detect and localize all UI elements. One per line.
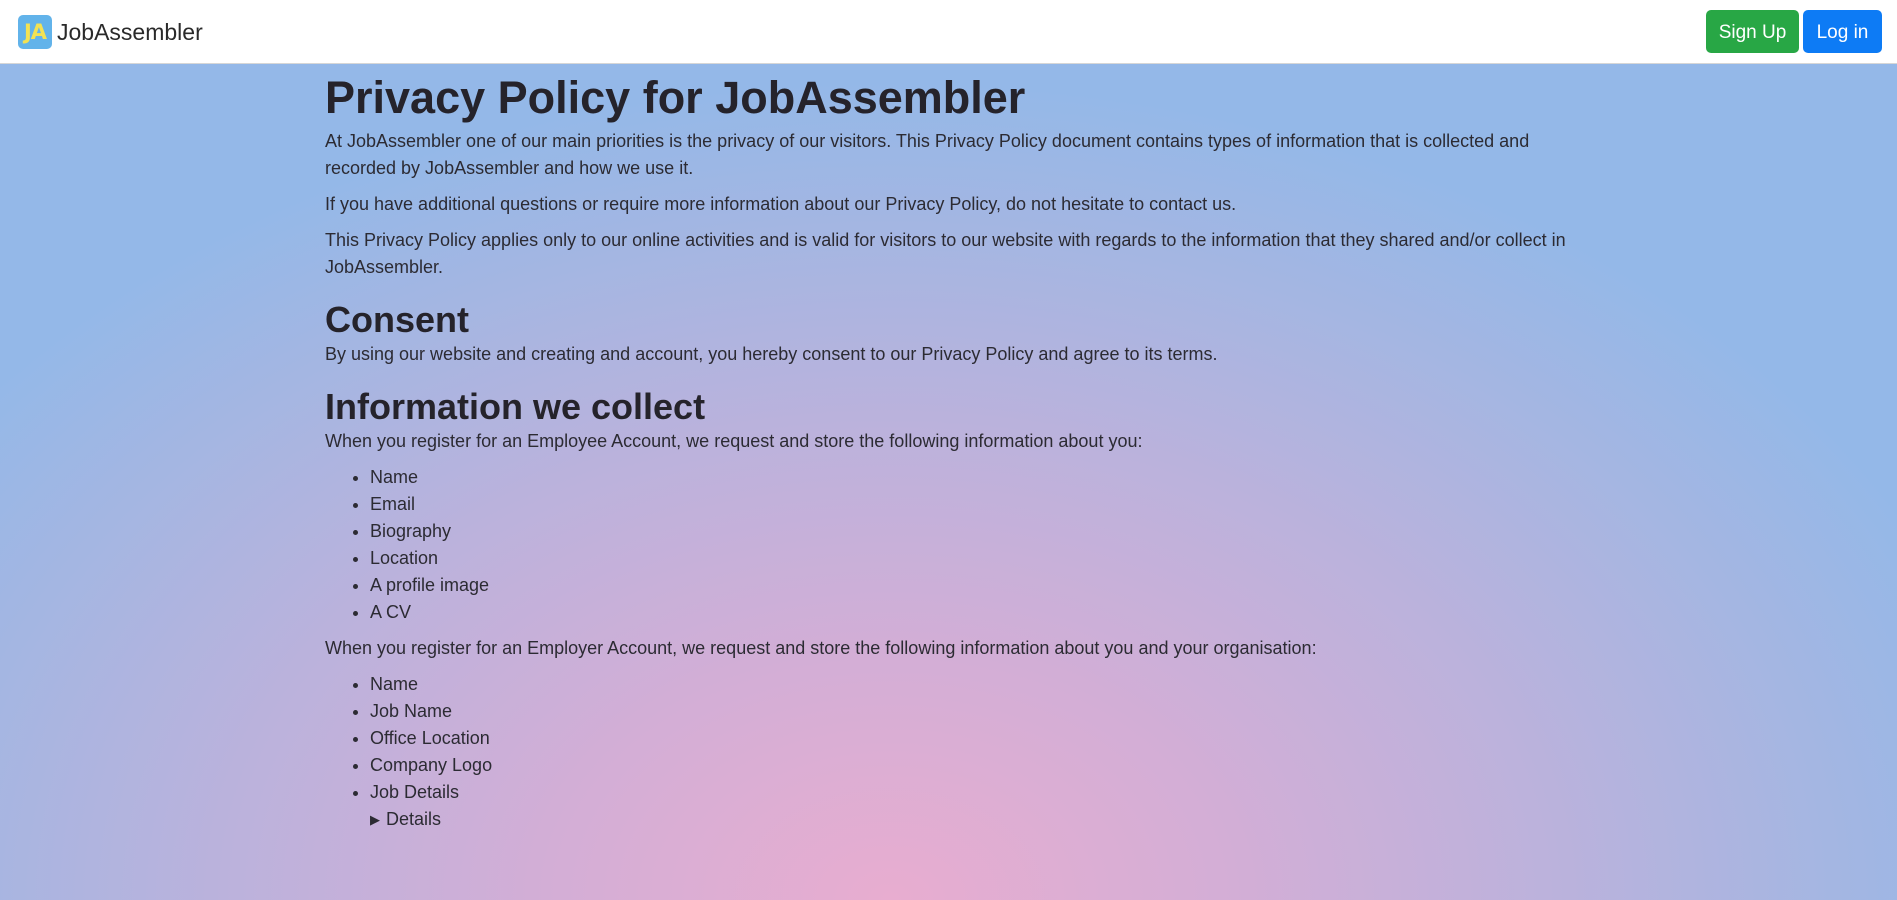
intro-paragraph-1: At JobAssembler one of our main prioriti… — [325, 131, 1530, 178]
main-content: Privacy Policy for JobAssembler At JobAs… — [325, 64, 1605, 833]
intro-paragraph-3: This Privacy Policy applies only to our … — [325, 230, 1566, 277]
sign-up-button[interactable]: Sign Up — [1706, 10, 1799, 53]
intro-paragraph-2: If you have additional questions or requ… — [325, 194, 1237, 214]
list-item: Job Name — [370, 698, 1605, 725]
brand-link[interactable]: JA JobAssembler — [18, 15, 203, 49]
employee-account-paragraph: When you register for an Employee Accoun… — [325, 431, 1143, 451]
details-label: Details — [386, 809, 442, 829]
employer-account-paragraph: When you register for an Employer Accoun… — [325, 638, 1317, 658]
list-item: A CV — [370, 599, 1605, 626]
list-item: Name — [370, 671, 1605, 698]
list-item: Biography — [370, 518, 1605, 545]
details-toggle[interactable]: ▶ Details — [370, 806, 1605, 833]
list-item: Job Details — [370, 779, 1605, 806]
information-collect-heading: Information we collect — [325, 386, 706, 427]
navbar: JA JobAssembler Sign Up Log in — [0, 0, 1897, 64]
log-in-button[interactable]: Log in — [1803, 10, 1882, 53]
consent-heading: Consent — [325, 299, 469, 340]
brand-logo-icon: JA — [18, 15, 52, 49]
employee-info-list: Name Email Biography Location A profile … — [325, 464, 1605, 626]
disclosure-triangle-icon: ▶ — [370, 812, 380, 827]
list-item: A profile image — [370, 572, 1605, 599]
list-item: Name — [370, 464, 1605, 491]
employer-info-list: Name Job Name Office Location Company Lo… — [325, 671, 1605, 806]
list-item: Office Location — [370, 725, 1605, 752]
brand-name: JobAssembler — [57, 18, 203, 45]
page-title: Privacy Policy for JobAssembler — [325, 72, 1026, 123]
list-item: Location — [370, 545, 1605, 572]
list-item: Email — [370, 491, 1605, 518]
list-item: Company Logo — [370, 752, 1605, 779]
consent-paragraph: By using our website and creating and ac… — [325, 344, 1218, 364]
